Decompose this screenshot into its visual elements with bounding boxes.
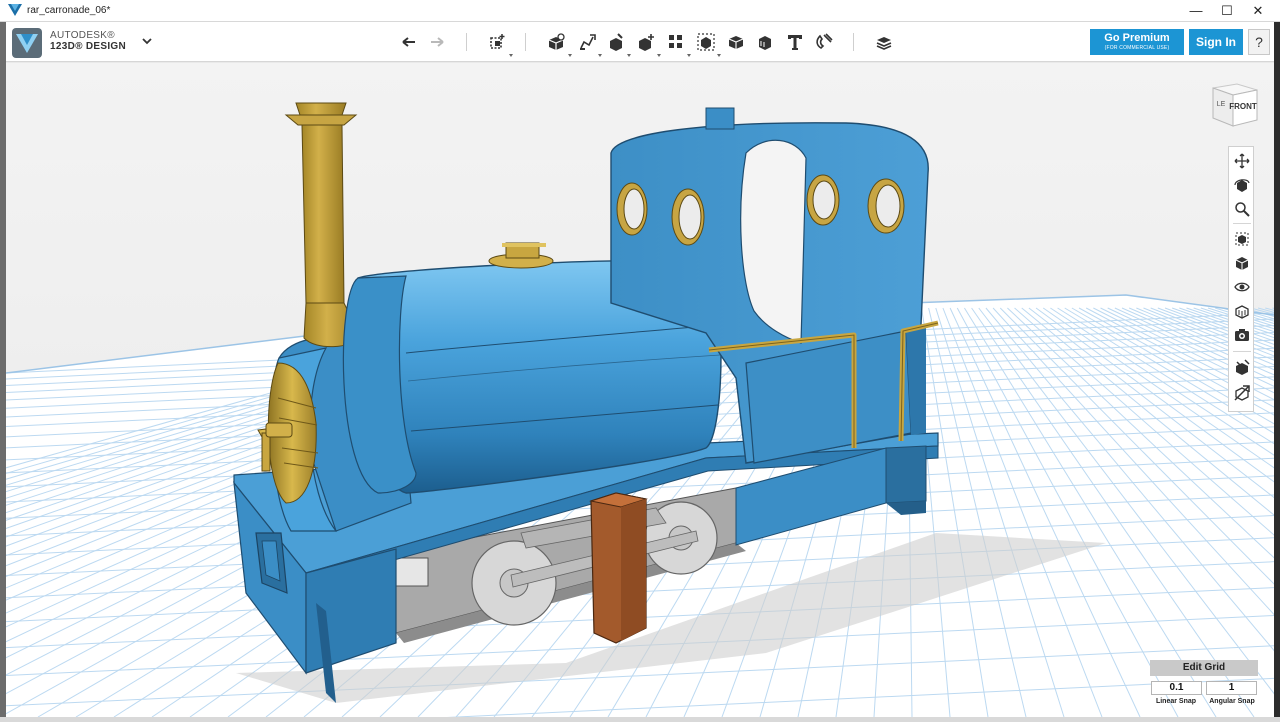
sketch-button[interactable] (576, 31, 598, 53)
screenshot-button[interactable] (1232, 325, 1252, 345)
fit-button[interactable] (1232, 229, 1252, 249)
toolbar-separator (525, 33, 526, 51)
dropdown-arrow-icon[interactable] (598, 54, 602, 57)
toolbar-separator (853, 33, 854, 51)
text-icon (788, 35, 802, 50)
text-button[interactable] (784, 31, 806, 53)
3d-viewport[interactable] (6, 63, 1274, 717)
construct-button[interactable] (605, 31, 627, 53)
analyze-icon (1234, 385, 1250, 401)
material-icon (876, 37, 892, 50)
measure-icon (759, 36, 771, 50)
window-bottom-border (0, 717, 1280, 722)
measure-button[interactable] (754, 31, 776, 53)
nav-separator (1233, 351, 1251, 352)
snap-button[interactable] (813, 31, 835, 53)
transform-button[interactable] (486, 31, 508, 53)
dropdown-arrow-icon[interactable] (568, 54, 572, 57)
dropdown-arrow-icon[interactable] (509, 54, 513, 57)
grouping-button[interactable] (695, 31, 717, 53)
toolbar-separator (466, 33, 467, 51)
dropdown-arrow-icon[interactable] (627, 54, 631, 57)
angular-snap-input[interactable]: 1 (1206, 681, 1257, 695)
cab-porthole (806, 174, 840, 226)
app-logo-icon (8, 4, 22, 16)
grid-settings-panel: Edit Grid 0.1 1 Linear Snap Angular Snap (1150, 660, 1258, 708)
maximize-button[interactable]: ☐ (1211, 0, 1243, 22)
sign-in-button[interactable]: Sign In (1189, 29, 1243, 55)
nav-separator (1233, 223, 1251, 224)
material-view-button[interactable] (1232, 301, 1252, 321)
fit-icon (1235, 232, 1249, 246)
view-cube-left-label: LE (1217, 101, 1226, 108)
snap-to-button[interactable] (1232, 357, 1252, 377)
screenshot-icon (1235, 329, 1249, 341)
linear-snap-label: Linear Snap (1155, 698, 1197, 705)
brand-company: AUTODESK® (50, 30, 115, 41)
go-premium-button[interactable]: Go Premium (FOR COMMERCIAL USE) (1090, 29, 1184, 55)
undo-icon (402, 37, 415, 47)
view-icon (1235, 257, 1249, 270)
dropdown-arrow-icon[interactable] (717, 54, 721, 57)
grouping-icon (697, 33, 715, 51)
orbit-button[interactable] (1232, 175, 1252, 195)
cab-porthole (867, 178, 905, 234)
app-window: rar_carronade_06* — ☐ ✕ AUTODESK® 123D® … (0, 0, 1280, 722)
chevron-down-icon[interactable] (141, 36, 153, 46)
modify-icon (639, 34, 654, 51)
orbit-icon (1234, 179, 1250, 192)
app-brand-icon[interactable] (12, 28, 42, 58)
go-premium-sublabel: (FOR COMMERCIAL USE) (1104, 45, 1170, 51)
pattern-button[interactable] (665, 31, 687, 53)
angular-snap-label: Angular Snap (1209, 698, 1255, 705)
material-view-icon (1235, 305, 1249, 319)
primitives-icon (548, 33, 565, 50)
pan-button[interactable] (1232, 151, 1252, 171)
modify-button[interactable] (635, 31, 657, 53)
pattern-icon (669, 35, 682, 48)
minimize-button[interactable]: — (1180, 0, 1212, 22)
material-button[interactable] (873, 31, 895, 53)
document-title: rar_carronade_06* (27, 5, 111, 16)
redo-icon (431, 37, 444, 47)
zoom-icon (1235, 202, 1250, 217)
main-toolbar: AUTODESK® 123D® DESIGN Go Premium (FOR C… (0, 22, 1274, 62)
snap-to-icon (1236, 359, 1250, 375)
pan-icon (1234, 153, 1250, 169)
transform-icon (490, 34, 505, 49)
combine-icon (728, 36, 744, 49)
go-premium-label: Go Premium (1104, 32, 1170, 44)
primitives-button[interactable] (545, 31, 567, 53)
navigation-bar (1228, 146, 1254, 412)
visibility-button[interactable] (1232, 277, 1252, 297)
brand-product: 123D® DESIGN (50, 41, 126, 52)
linear-snap-input[interactable]: 0.1 (1151, 681, 1202, 695)
analyze-button[interactable] (1232, 383, 1252, 403)
view-button[interactable] (1232, 253, 1252, 273)
background-window-edge (1274, 22, 1280, 722)
3d-scene[interactable] (6, 63, 1274, 717)
view-cube-front-label: FRONT (1229, 102, 1257, 111)
help-button[interactable]: ? (1248, 29, 1270, 55)
cab-porthole (671, 188, 705, 246)
dropdown-arrow-icon[interactable] (657, 54, 661, 57)
undo-button[interactable] (398, 31, 420, 53)
view-cube[interactable]: FRONT LE (1205, 80, 1261, 132)
construct-icon (610, 33, 623, 51)
edit-grid-button[interactable]: Edit Grid (1150, 660, 1258, 676)
zoom-button[interactable] (1232, 199, 1252, 219)
cab-porthole (616, 182, 648, 236)
visibility-icon (1234, 282, 1250, 292)
redo-button[interactable] (426, 31, 448, 53)
sketch-icon (580, 34, 596, 50)
close-button[interactable]: ✕ (1242, 0, 1274, 22)
combine-button[interactable] (725, 31, 747, 53)
chimney (295, 102, 347, 116)
snap-icon (816, 33, 833, 50)
dropdown-arrow-icon[interactable] (687, 54, 691, 57)
title-bar: rar_carronade_06* — ☐ ✕ (0, 0, 1280, 22)
app-brand-name[interactable]: AUTODESK® 123D® DESIGN (50, 30, 126, 52)
